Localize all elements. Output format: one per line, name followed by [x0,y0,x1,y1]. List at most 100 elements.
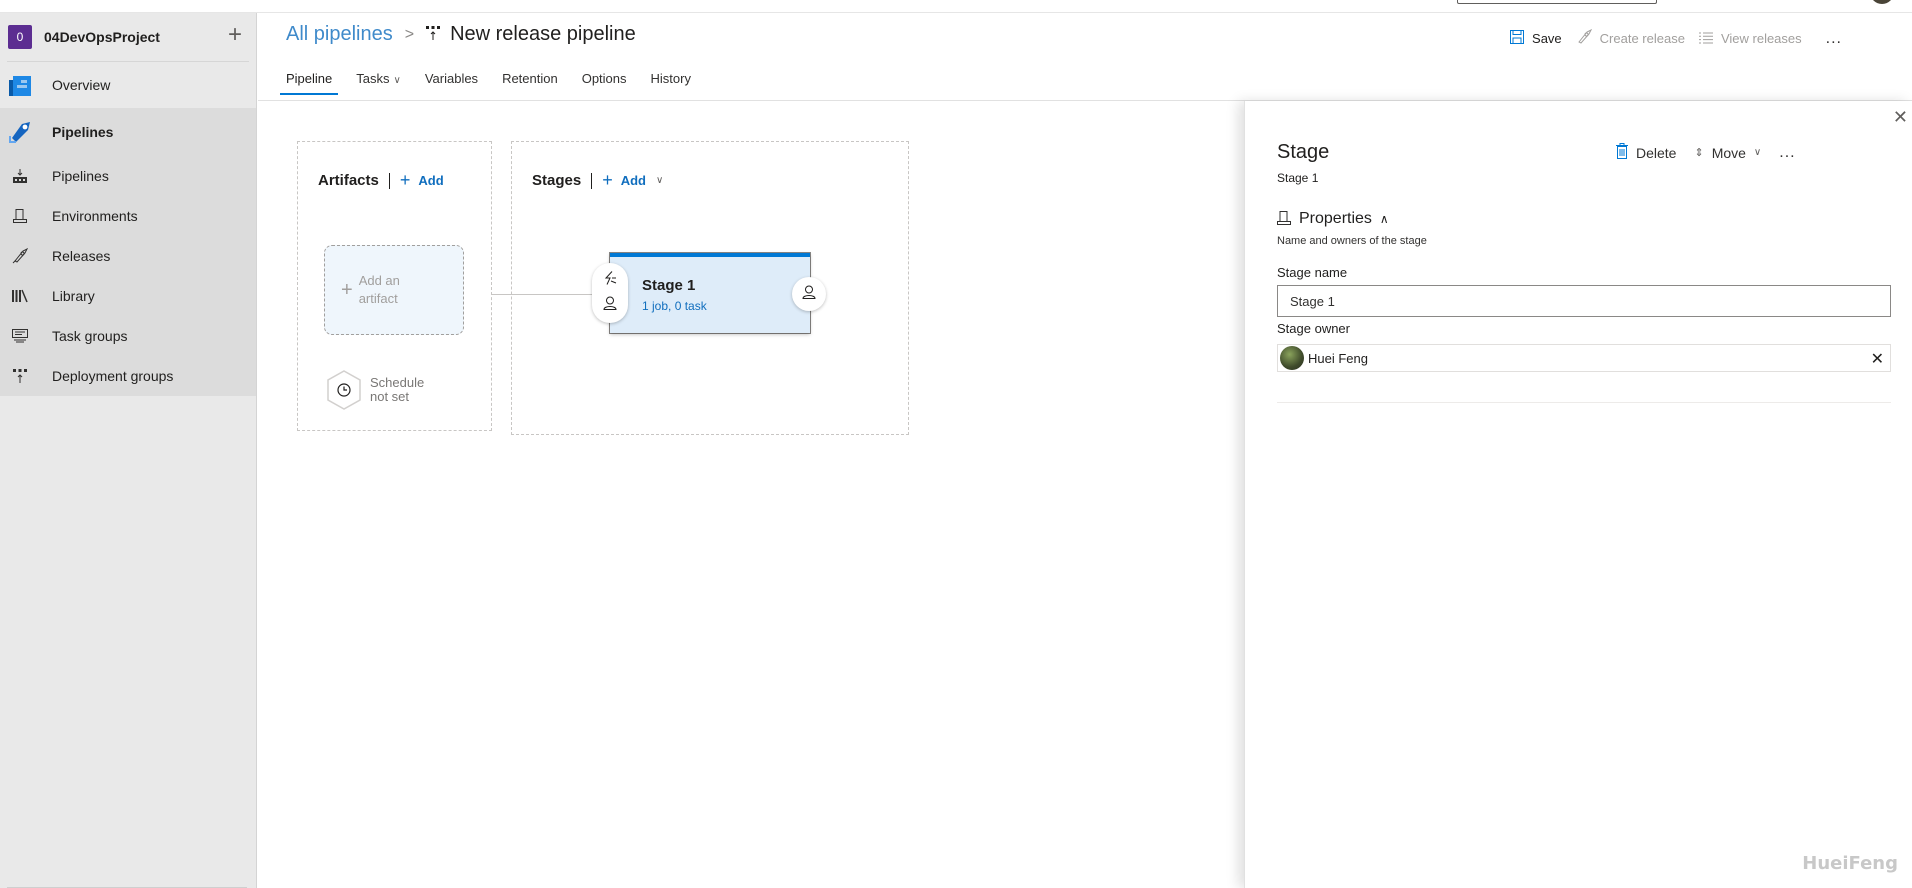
divider [1277,402,1891,403]
add-stage-button[interactable]: + Add ∨ [602,170,663,191]
post-deployment-approvals-button[interactable] [792,277,826,311]
pipelines-icon [8,164,32,188]
release-pipeline-icon [426,26,441,43]
chevron-down-icon: ∨ [393,75,401,86]
project-header: 0 04DevOpsProject + [0,13,256,61]
add-label: Add [418,173,444,188]
stage-owner-label: Stage owner [1277,321,1350,336]
breadcrumb-all-pipelines[interactable]: All pipelines [286,23,393,46]
up-down-icon: ⇕ [1694,147,1704,159]
environments-icon [1277,210,1291,228]
sidebar-item-label: Task groups [52,328,128,344]
tab-label: Variables [424,71,479,86]
pipelines-rocket-icon [8,120,32,144]
pre-deployment-approvals-icon[interactable] [603,296,617,315]
library-icon [8,284,32,308]
panel-toolbar: Delete ⇕ Move ∨ ... [1616,143,1796,162]
user-avatar[interactable] [1870,0,1894,4]
sidebar-item-library[interactable]: Library [0,276,256,316]
tab-options[interactable]: Options [576,71,633,94]
list-icon [1698,31,1713,47]
stage-owner-picker[interactable]: Huei Feng ✕ [1277,344,1891,372]
save-icon [1510,30,1525,47]
task-groups-icon [8,324,32,348]
more-options-button[interactable]: ... [1826,30,1842,48]
sidebar-item-overview[interactable]: Overview [0,62,256,108]
schedule-line2: not set [370,389,410,404]
plus-icon[interactable]: + [228,23,242,47]
stage-name-label: Stage name [1277,265,1348,280]
tab-history[interactable]: History [645,71,697,94]
close-icon[interactable]: ✕ [1893,107,1908,128]
owner-name: Huei Feng [1308,350,1368,366]
chevron-down-icon: ∨ [1753,147,1762,158]
overview-icon [8,73,32,97]
sidebar-item-releases[interactable]: Releases [0,236,256,276]
owner-avatar [1280,346,1304,370]
schedule-text: Schedule not set [370,376,424,404]
environments-icon [8,204,32,228]
schedule-line1: Schedule [370,375,425,390]
view-releases-label: View releases [1720,31,1802,46]
plus-icon: + [602,170,613,190]
sidebar-item-pipelines-hub[interactable]: Pipelines [0,108,256,156]
panel-subtitle: Stage 1 [1277,171,1319,185]
sidebar-item-environments[interactable]: Environments [0,196,256,236]
save-label: Save [1532,31,1562,46]
save-button[interactable]: Save [1510,30,1562,47]
tab-label: Options [581,71,627,86]
project-badge[interactable]: 0 [8,25,32,49]
add-artifact-button[interactable]: + Add [400,170,444,191]
chevron-down-icon: ∨ [656,175,664,186]
rocket-icon [1576,28,1592,48]
stage-card[interactable]: Stage 1 1 job, 0 task [610,253,810,333]
add-label: Add [620,173,646,188]
pre-deployment-conditions[interactable] [592,263,628,323]
stage-name-input[interactable]: Stage 1 [1277,285,1891,317]
page-title[interactable]: New release pipeline [450,23,636,46]
project-name[interactable]: 04DevOpsProject [44,29,160,45]
tab-bar: Pipeline Tasks ∨ Variables Retention Opti… [280,71,709,95]
trash-icon [1616,143,1628,162]
move-dropdown[interactable]: ⇕ Move ∨ [1694,145,1761,161]
divider [591,172,593,189]
search-box[interactable] [1457,0,1657,4]
more-options-button[interactable]: ... [1779,144,1795,162]
tab-pipeline[interactable]: Pipeline [280,71,339,95]
sidebar-item-task-groups[interactable]: Task groups [0,316,256,356]
clear-owner-icon[interactable]: ✕ [1871,349,1884,369]
trigger-lightning-icon[interactable] [603,271,617,290]
tab-variables[interactable]: Variables [419,71,484,94]
add-artifact-line1: Add an [358,273,400,288]
delete-button[interactable]: Delete [1616,143,1676,162]
stages-title: Stages [532,172,582,189]
tab-label: Pipeline [286,71,333,86]
sidebar-item-label: Environments [52,208,138,224]
plus-icon: + [341,278,353,301]
properties-description: Name and owners of the stage [1277,235,1427,247]
create-release-button[interactable]: Create release [1576,28,1685,48]
clock-icon [326,370,362,410]
schedule-trigger[interactable]: Schedule not set [326,370,424,410]
view-releases-button[interactable]: View releases [1698,31,1802,47]
breadcrumb: All pipelines > New release pipeline [286,23,636,46]
page-header: All pipelines > New release pipeline Pip… [258,13,1912,101]
tab-tasks[interactable]: Tasks ∨ [350,71,407,94]
stage-name[interactable]: Stage 1 [642,277,695,294]
toolbar: Save Create release View releases ... [1496,28,1842,48]
sidebar-group-pipelines: Pipelines Pipelines Environments Release… [0,108,256,396]
tab-label: Retention [502,71,558,86]
sidebar-item-pipelines[interactable]: Pipelines [0,156,256,196]
sidebar-item-label: Overview [52,77,111,93]
top-bar [0,0,1912,13]
rocket-icon [8,244,32,268]
artifacts-section: Artifacts + Add + Add an artifact Schedu… [297,141,492,431]
stages-header: Stages + Add ∨ [532,170,663,191]
add-artifact-placeholder[interactable]: + Add an artifact [324,245,464,335]
stage-summary-link[interactable]: 1 job, 0 task [642,299,707,313]
properties-section-toggle[interactable]: Properties ∧ [1277,210,1389,228]
create-release-label: Create release [1599,31,1685,46]
sidebar-item-deployment-groups[interactable]: Deployment groups [0,356,256,396]
breadcrumb-separator: > [404,25,415,43]
tab-retention[interactable]: Retention [496,71,564,94]
